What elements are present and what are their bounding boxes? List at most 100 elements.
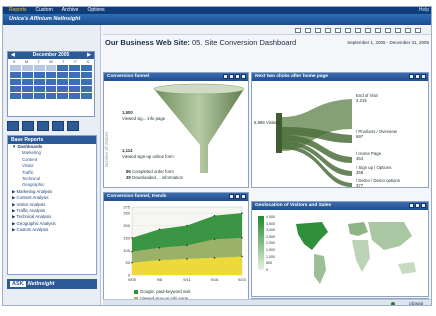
calendar-day[interactable] <box>69 93 81 99</box>
calendar-day[interactable] <box>10 86 21 92</box>
chart-icon[interactable] <box>365 28 371 33</box>
settings-icon[interactable] <box>355 28 361 33</box>
data-point[interactable] <box>241 212 243 214</box>
info-icon[interactable] <box>405 28 411 33</box>
data-point[interactable] <box>131 261 133 264</box>
click-target[interactable]: End of Visit 2,215 <box>356 93 378 103</box>
calendar-day[interactable] <box>69 65 81 71</box>
data-point[interactable] <box>131 237 133 239</box>
data-point[interactable] <box>131 250 133 253</box>
next-month-icon[interactable]: ▶ <box>87 52 91 59</box>
calendar-day[interactable] <box>33 86 45 92</box>
table-icon[interactable] <box>409 74 414 79</box>
data-point[interactable] <box>158 228 161 231</box>
ask-netinsight-button[interactable]: ASK NetInsight <box>7 279 97 289</box>
calendar-day[interactable] <box>69 79 81 85</box>
calendar-day[interactable] <box>33 93 45 99</box>
calendar-day[interactable] <box>10 72 21 78</box>
close-icon[interactable] <box>421 203 426 208</box>
calendar-day[interactable] <box>21 86 33 92</box>
calendar-day[interactable] <box>33 65 45 71</box>
calendar-day[interactable] <box>69 72 81 78</box>
calendar-day[interactable] <box>21 93 33 99</box>
calendar-day[interactable] <box>45 65 57 71</box>
chart-icon[interactable] <box>415 74 420 79</box>
filter-icon[interactable] <box>345 28 351 33</box>
close-icon[interactable] <box>421 74 426 79</box>
calendar-day[interactable] <box>57 65 69 71</box>
calendar-day[interactable] <box>21 79 33 85</box>
data-point[interactable] <box>213 256 216 259</box>
chart-icon[interactable] <box>235 194 240 199</box>
calendar-day[interactable] <box>33 79 45 85</box>
data-point[interactable] <box>213 238 216 240</box>
calendar-day[interactable] <box>45 72 57 78</box>
calendar-icon[interactable] <box>385 28 391 33</box>
menu-options[interactable]: Options <box>87 7 104 14</box>
table-icon[interactable] <box>375 28 381 33</box>
click-target[interactable]: / Sign up / Options 358 <box>356 165 391 175</box>
year-range-button[interactable] <box>67 121 79 131</box>
calendar-day[interactable] <box>45 79 57 85</box>
calendar-day[interactable] <box>21 72 33 78</box>
click-target[interactable]: / Home Page 454 <box>356 151 381 161</box>
calendar-day[interactable] <box>21 65 33 71</box>
calendar-day[interactable] <box>10 65 21 71</box>
menu-archive[interactable]: Archive <box>62 7 79 14</box>
calendar-day[interactable] <box>81 72 92 78</box>
calendar-day[interactable] <box>57 79 69 85</box>
calendar-day[interactable] <box>33 72 45 78</box>
calendar-day[interactable] <box>81 86 92 92</box>
menu-custom[interactable]: Custom <box>36 7 53 14</box>
europe[interactable] <box>348 222 368 236</box>
click-target[interactable]: / Products / Overview 697 <box>356 129 397 139</box>
close-icon[interactable] <box>241 74 246 79</box>
calendar-days[interactable] <box>8 64 94 100</box>
data-point[interactable] <box>158 259 161 261</box>
calendar-day[interactable] <box>69 86 81 92</box>
data-point[interactable] <box>158 247 161 249</box>
asia[interactable] <box>368 222 412 250</box>
north-america[interactable] <box>296 222 328 250</box>
table-icon[interactable] <box>229 194 234 199</box>
australia[interactable] <box>398 262 416 274</box>
table-icon[interactable] <box>229 74 234 79</box>
south-america[interactable] <box>314 254 326 284</box>
filter-icon[interactable] <box>223 74 228 79</box>
calendar-day[interactable] <box>57 93 69 99</box>
data-point[interactable] <box>186 258 188 260</box>
month-range-button[interactable] <box>37 121 49 131</box>
calendar-day[interactable] <box>81 93 92 99</box>
close-icon[interactable] <box>241 194 246 199</box>
data-point[interactable] <box>241 237 243 239</box>
data-point[interactable] <box>241 255 243 258</box>
data-point[interactable] <box>186 224 188 227</box>
quarter-range-button[interactable] <box>52 121 64 131</box>
calendar-day[interactable] <box>45 86 57 92</box>
table-icon[interactable] <box>409 203 414 208</box>
data-point[interactable] <box>213 214 216 217</box>
calendar-day[interactable] <box>10 79 21 85</box>
prev-month-icon[interactable]: ◀ <box>11 52 15 59</box>
data-point[interactable] <box>186 244 188 247</box>
search-icon[interactable] <box>395 28 401 33</box>
chart-icon[interactable] <box>415 203 420 208</box>
calendar-day[interactable] <box>57 72 69 78</box>
chart-icon[interactable] <box>235 74 240 79</box>
report-item[interactable]: ▶ Custom Analysis <box>8 227 96 233</box>
calendar-day[interactable] <box>81 65 92 71</box>
week-range-button[interactable] <box>22 121 34 131</box>
save-icon[interactable] <box>335 28 341 33</box>
calendar-day[interactable] <box>81 79 92 85</box>
calendar-day[interactable] <box>45 93 57 99</box>
refresh-icon[interactable] <box>325 28 331 33</box>
menu-reports[interactable]: Reports <box>9 7 27 14</box>
help-icon[interactable] <box>415 28 421 33</box>
click-target[interactable]: / Demo / Demo options 377 <box>356 178 400 188</box>
export-icon[interactable] <box>315 28 321 33</box>
email-icon[interactable] <box>305 28 311 33</box>
day-range-button[interactable] <box>7 121 19 131</box>
calendar-day[interactable] <box>10 93 21 99</box>
africa[interactable] <box>352 240 370 272</box>
print-icon[interactable] <box>295 28 301 33</box>
